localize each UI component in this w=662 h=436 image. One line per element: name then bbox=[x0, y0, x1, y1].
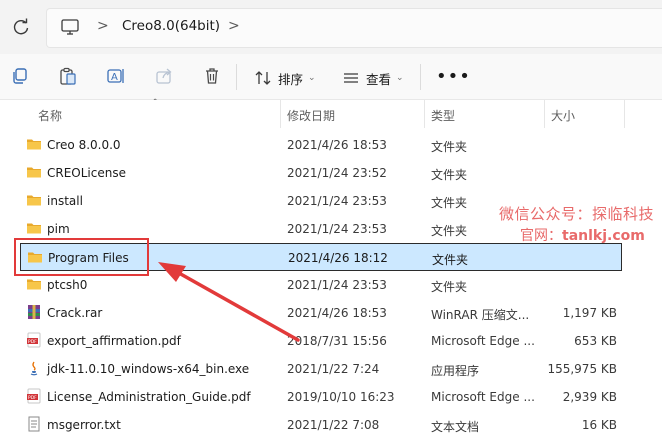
file-name: export_affirmation.pdf bbox=[47, 334, 181, 348]
breadcrumb-separator[interactable]: > bbox=[97, 18, 109, 34]
refresh-icon[interactable] bbox=[10, 16, 32, 38]
folder-icon bbox=[26, 164, 42, 180]
watermark-site-url: tanlkj.com bbox=[562, 228, 645, 244]
file-modified: 2021/4/26 18:53 bbox=[287, 138, 387, 152]
command-bar: A 排序 ⌄ 查看 ⌄ ••• bbox=[0, 54, 662, 100]
file-type: 应用程序 bbox=[431, 364, 480, 378]
file-row[interactable]: msgerror.txt 2021/1/22 7:08 文本文档 16 KB bbox=[20, 411, 622, 436]
java-icon bbox=[26, 360, 42, 376]
svg-text:A: A bbox=[111, 72, 118, 83]
file-name: License_Administration_Guide.pdf bbox=[47, 390, 251, 404]
file-size: 1,197 KB bbox=[562, 306, 617, 320]
breadcrumb-folder[interactable]: Creo8.0(64bit) bbox=[122, 18, 220, 34]
breadcrumb-separator[interactable]: > bbox=[228, 18, 240, 34]
file-row[interactable]: PDF License_Administration_Guide.pdf 2019/… bbox=[20, 383, 622, 411]
file-type: 文件夹 bbox=[431, 280, 468, 294]
column-size[interactable]: 大小 bbox=[551, 107, 575, 124]
copy-path-icon[interactable] bbox=[10, 66, 30, 86]
file-name: msgerror.txt bbox=[47, 418, 121, 432]
watermark-site: 官网：tanlkj.com bbox=[520, 225, 645, 245]
svg-text:PDF: PDF bbox=[28, 395, 37, 401]
sort-icon bbox=[255, 71, 271, 85]
chevron-down-icon: ⌄ bbox=[308, 73, 316, 83]
toolbar-divider bbox=[420, 64, 421, 90]
column-separator[interactable] bbox=[624, 100, 625, 128]
file-row[interactable]: Crack.rar 2021/4/26 18:53 WinRAR 压缩文... 1,1… bbox=[20, 299, 622, 327]
sort-button[interactable]: 排序 ⌄ bbox=[254, 68, 316, 88]
rename-icon[interactable]: A bbox=[106, 66, 126, 86]
file-name: pim bbox=[47, 222, 70, 236]
rar-icon bbox=[26, 304, 42, 320]
file-name: CREOLicense bbox=[47, 166, 126, 180]
file-modified: 2019/10/10 16:23 bbox=[287, 390, 395, 404]
file-row[interactable]: Creo 8.0.0.0 2021/4/26 18:53 文件夹 bbox=[20, 131, 622, 159]
file-modified: 2021/1/24 23:53 bbox=[287, 194, 387, 208]
file-type: 文件夹 bbox=[431, 168, 468, 182]
file-row[interactable]: jdk-11.0.10_windows-x64_bin.exe 2021/1/22… bbox=[20, 355, 622, 383]
pdf-icon: PDF bbox=[26, 332, 42, 348]
file-row[interactable]: CREOLicense 2021/1/24 23:52 文件夹 bbox=[20, 159, 622, 187]
file-type: 文件夹 bbox=[432, 253, 469, 267]
annotation-highlight-box bbox=[14, 238, 149, 276]
file-type: 文本文档 bbox=[431, 420, 480, 434]
file-modified: 2021/4/26 18:12 bbox=[288, 251, 388, 265]
folder-icon bbox=[26, 220, 42, 236]
more-options-button[interactable]: ••• bbox=[436, 66, 471, 87]
column-modified[interactable]: 修改日期 bbox=[287, 107, 335, 124]
file-modified: 2021/1/24 23:53 bbox=[287, 222, 387, 236]
file-size: 155,975 KB bbox=[547, 362, 617, 376]
file-name: Crack.rar bbox=[47, 306, 103, 320]
share-icon[interactable] bbox=[154, 66, 174, 86]
file-modified: 2021/1/24 23:52 bbox=[287, 166, 387, 180]
file-modified: 2021/4/26 18:53 bbox=[287, 306, 387, 320]
column-header: 名称 修改日期 类型 大小 bbox=[0, 100, 662, 128]
column-separator[interactable] bbox=[544, 100, 545, 128]
watermark-wechat: 微信公众号：探临科技 bbox=[499, 205, 655, 223]
column-name[interactable]: 名称 bbox=[38, 107, 62, 124]
column-separator[interactable] bbox=[280, 100, 281, 128]
file-size: 2,939 KB bbox=[562, 390, 617, 404]
txt-icon bbox=[26, 416, 42, 432]
delete-icon[interactable] bbox=[202, 66, 222, 86]
file-name: install bbox=[47, 194, 83, 208]
folder-icon bbox=[26, 192, 42, 208]
view-list-icon bbox=[344, 73, 358, 83]
sort-label: 排序 bbox=[278, 71, 304, 87]
address-bar: > Creo8.0(64bit) > bbox=[0, 0, 662, 54]
chevron-down-icon: ⌄ bbox=[396, 73, 404, 83]
file-size: 16 KB bbox=[581, 418, 617, 432]
column-type[interactable]: 类型 bbox=[431, 107, 455, 124]
file-name: jdk-11.0.10_windows-x64_bin.exe bbox=[47, 362, 250, 376]
svg-text:PDF: PDF bbox=[28, 339, 37, 345]
view-label: 查看 bbox=[366, 71, 392, 87]
file-name: ptcsh0 bbox=[47, 278, 88, 292]
file-modified: 2018/7/31 15:56 bbox=[287, 334, 387, 348]
file-modified: 2021/1/24 23:53 bbox=[287, 278, 387, 292]
folder-icon bbox=[26, 136, 42, 152]
file-row[interactable]: PDF export_affirmation.pdf 2018/7/31 15:56… bbox=[20, 327, 622, 355]
file-type: WinRAR 压缩文... bbox=[431, 308, 530, 322]
this-pc-icon[interactable] bbox=[60, 18, 80, 36]
toolbar-divider bbox=[236, 64, 237, 90]
file-modified: 2021/1/22 7:08 bbox=[287, 418, 380, 432]
pdf-icon: PDF bbox=[26, 388, 42, 404]
file-size: 653 KB bbox=[574, 334, 617, 348]
column-separator[interactable] bbox=[424, 100, 425, 128]
file-type: Microsoft Edge ... bbox=[431, 334, 535, 348]
folder-icon bbox=[26, 276, 42, 292]
watermark-site-prefix: 官网： bbox=[520, 228, 562, 244]
file-type: Microsoft Edge ... bbox=[431, 390, 535, 404]
file-modified: 2021/1/22 7:24 bbox=[287, 362, 380, 376]
view-button[interactable]: 查看 ⌄ bbox=[342, 68, 404, 88]
paste-icon[interactable] bbox=[58, 66, 78, 86]
file-type: 文件夹 bbox=[431, 140, 468, 154]
file-name: Creo 8.0.0.0 bbox=[47, 138, 121, 152]
